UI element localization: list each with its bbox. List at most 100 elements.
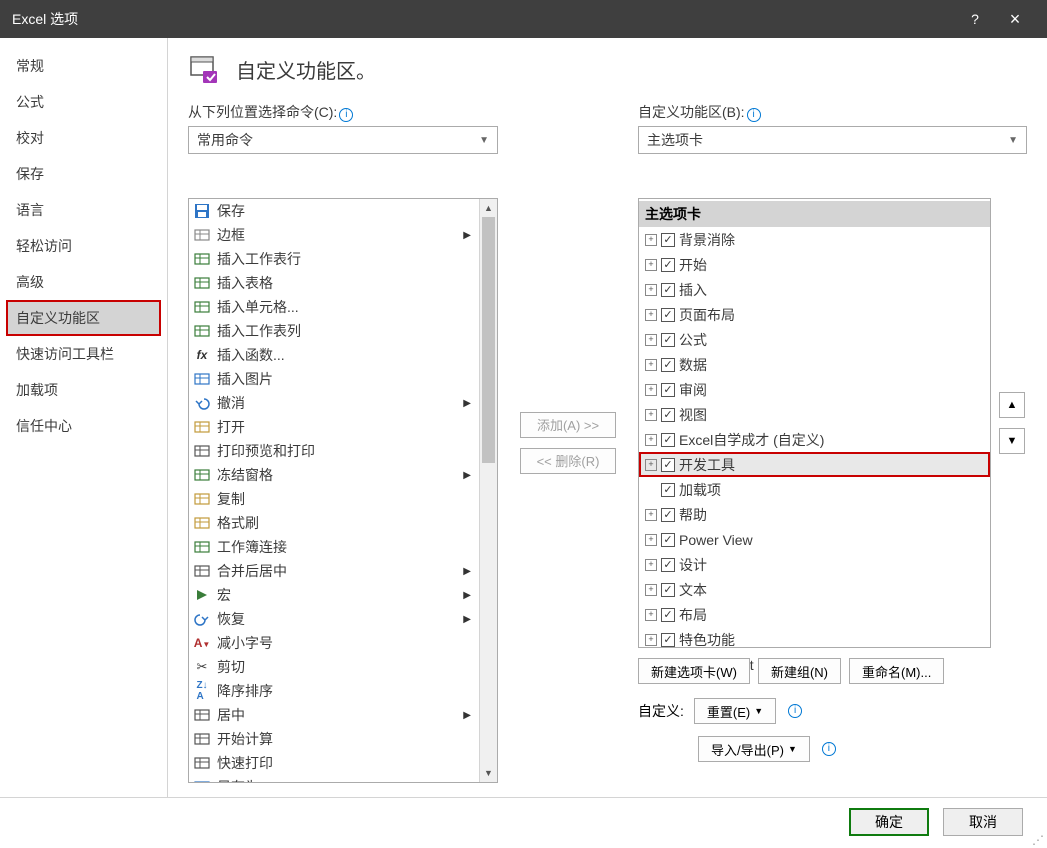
sidebar-item-4[interactable]: 语言: [6, 192, 161, 228]
tree-item[interactable]: +✓Power View: [639, 527, 990, 552]
command-item[interactable]: 保存: [189, 199, 479, 223]
new-tab-button[interactable]: 新建选项卡(W): [638, 658, 750, 684]
checkbox[interactable]: ✓: [661, 583, 675, 597]
close-button[interactable]: ×: [995, 9, 1035, 30]
scrollbar-vertical[interactable]: ▲ ▼: [479, 199, 497, 782]
checkbox[interactable]: ✓: [661, 233, 675, 247]
help-button[interactable]: ?: [955, 11, 995, 27]
command-item[interactable]: 复制: [189, 487, 479, 511]
checkbox[interactable]: ✓: [661, 458, 675, 472]
move-down-button[interactable]: ▼: [999, 428, 1025, 454]
command-item[interactable]: 边框▶: [189, 223, 479, 247]
sidebar-item-10[interactable]: 信任中心: [6, 408, 161, 444]
scroll-up-button[interactable]: ▲: [480, 199, 497, 217]
add-button[interactable]: 添加(A) >>: [520, 412, 616, 438]
expand-icon[interactable]: +: [645, 334, 657, 346]
tree-item[interactable]: +✓背景消除: [639, 227, 990, 252]
info-icon[interactable]: i: [788, 704, 802, 718]
command-item[interactable]: 插入图片: [189, 367, 479, 391]
sidebar-item-7[interactable]: 自定义功能区: [6, 300, 161, 336]
info-icon[interactable]: i: [339, 108, 353, 122]
customize-ribbon-dropdown[interactable]: 主选项卡▼: [638, 126, 1027, 154]
command-item[interactable]: Z↓A降序排序: [189, 679, 479, 703]
choose-commands-dropdown[interactable]: 常用命令▼: [188, 126, 498, 154]
commands-listbox[interactable]: 保存边框▶插入工作表行插入表格插入单元格...插入工作表列fx插入函数...插入…: [188, 198, 498, 783]
expand-icon[interactable]: +: [645, 459, 657, 471]
tree-item[interactable]: +✓开发工具: [639, 452, 990, 477]
checkbox[interactable]: ✓: [661, 333, 675, 347]
command-item[interactable]: 格式刷: [189, 511, 479, 535]
tree-item[interactable]: +✓视图: [639, 402, 990, 427]
expand-icon[interactable]: +: [645, 234, 657, 246]
command-item[interactable]: 打印预览和打印: [189, 439, 479, 463]
tree-item[interactable]: +✓帮助: [639, 502, 990, 527]
sidebar-item-0[interactable]: 常规: [6, 48, 161, 84]
tree-item[interactable]: +✓插入: [639, 277, 990, 302]
expand-icon[interactable]: +: [645, 584, 657, 596]
checkbox[interactable]: ✓: [661, 533, 675, 547]
command-item[interactable]: 宏▶: [189, 583, 479, 607]
expand-icon[interactable]: +: [645, 309, 657, 321]
command-item[interactable]: A▼减小字号: [189, 631, 479, 655]
expand-icon[interactable]: +: [645, 434, 657, 446]
move-up-button[interactable]: ▲: [999, 392, 1025, 418]
command-item[interactable]: 撤消▶: [189, 391, 479, 415]
expand-icon[interactable]: +: [645, 609, 657, 621]
command-item[interactable]: 居中▶: [189, 703, 479, 727]
tree-item[interactable]: ✓加载项: [639, 477, 990, 502]
sidebar-item-8[interactable]: 快速访问工具栏: [6, 336, 161, 372]
checkbox[interactable]: ✓: [661, 508, 675, 522]
sidebar-item-1[interactable]: 公式: [6, 84, 161, 120]
info-icon[interactable]: i: [747, 108, 761, 122]
tree-item[interactable]: +✓数据: [639, 352, 990, 377]
checkbox[interactable]: ✓: [661, 258, 675, 272]
sidebar-item-5[interactable]: 轻松访问: [6, 228, 161, 264]
checkbox[interactable]: ✓: [661, 633, 675, 647]
command-item[interactable]: 另存为: [189, 775, 479, 782]
expand-icon[interactable]: +: [645, 284, 657, 296]
checkbox[interactable]: ✓: [661, 558, 675, 572]
tree-item[interactable]: +✓审阅: [639, 377, 990, 402]
sidebar-item-3[interactable]: 保存: [6, 156, 161, 192]
checkbox[interactable]: ✓: [661, 433, 675, 447]
tree-item[interactable]: +✓布局: [639, 602, 990, 627]
resize-grip-icon[interactable]: ⋰: [1032, 833, 1044, 845]
tree-item[interactable]: +✓设计: [639, 552, 990, 577]
expand-icon[interactable]: +: [645, 259, 657, 271]
rename-button[interactable]: 重命名(M)...: [849, 658, 944, 684]
sidebar-item-2[interactable]: 校对: [6, 120, 161, 156]
expand-icon[interactable]: +: [645, 559, 657, 571]
remove-button[interactable]: << 删除(R): [520, 448, 616, 474]
scroll-down-button[interactable]: ▼: [480, 764, 497, 782]
command-item[interactable]: 开始计算: [189, 727, 479, 751]
sidebar-item-6[interactable]: 高级: [6, 264, 161, 300]
command-item[interactable]: ✂剪切: [189, 655, 479, 679]
tree-item[interactable]: +✓开始: [639, 252, 990, 277]
command-item[interactable]: 插入工作表列: [189, 319, 479, 343]
command-item[interactable]: 恢复▶: [189, 607, 479, 631]
tree-item[interactable]: +✓公式: [639, 327, 990, 352]
command-item[interactable]: 合并后居中▶: [189, 559, 479, 583]
expand-icon[interactable]: +: [645, 534, 657, 546]
tree-item[interactable]: +✓页面布局: [639, 302, 990, 327]
checkbox[interactable]: ✓: [661, 308, 675, 322]
checkbox[interactable]: ✓: [661, 483, 675, 497]
checkbox[interactable]: ✓: [661, 383, 675, 397]
new-group-button[interactable]: 新建组(N): [758, 658, 841, 684]
checkbox[interactable]: ✓: [661, 283, 675, 297]
ok-button[interactable]: 确定: [849, 808, 929, 836]
expand-icon[interactable]: +: [645, 409, 657, 421]
checkbox[interactable]: ✓: [661, 608, 675, 622]
checkbox[interactable]: ✓: [661, 358, 675, 372]
expand-icon[interactable]: +: [645, 359, 657, 371]
tree-item[interactable]: +✓文本: [639, 577, 990, 602]
sidebar-item-9[interactable]: 加载项: [6, 372, 161, 408]
info-icon[interactable]: i: [822, 742, 836, 756]
ribbon-tabs-tree[interactable]: 主选项卡+✓背景消除+✓开始+✓插入+✓页面布局+✓公式+✓数据+✓审阅+✓视图…: [638, 198, 991, 648]
command-item[interactable]: 冻结窗格▶: [189, 463, 479, 487]
command-item[interactable]: 插入工作表行: [189, 247, 479, 271]
command-item[interactable]: 打开: [189, 415, 479, 439]
command-item[interactable]: 工作簿连接: [189, 535, 479, 559]
command-item[interactable]: 插入单元格...: [189, 295, 479, 319]
cancel-button[interactable]: 取消: [943, 808, 1023, 836]
